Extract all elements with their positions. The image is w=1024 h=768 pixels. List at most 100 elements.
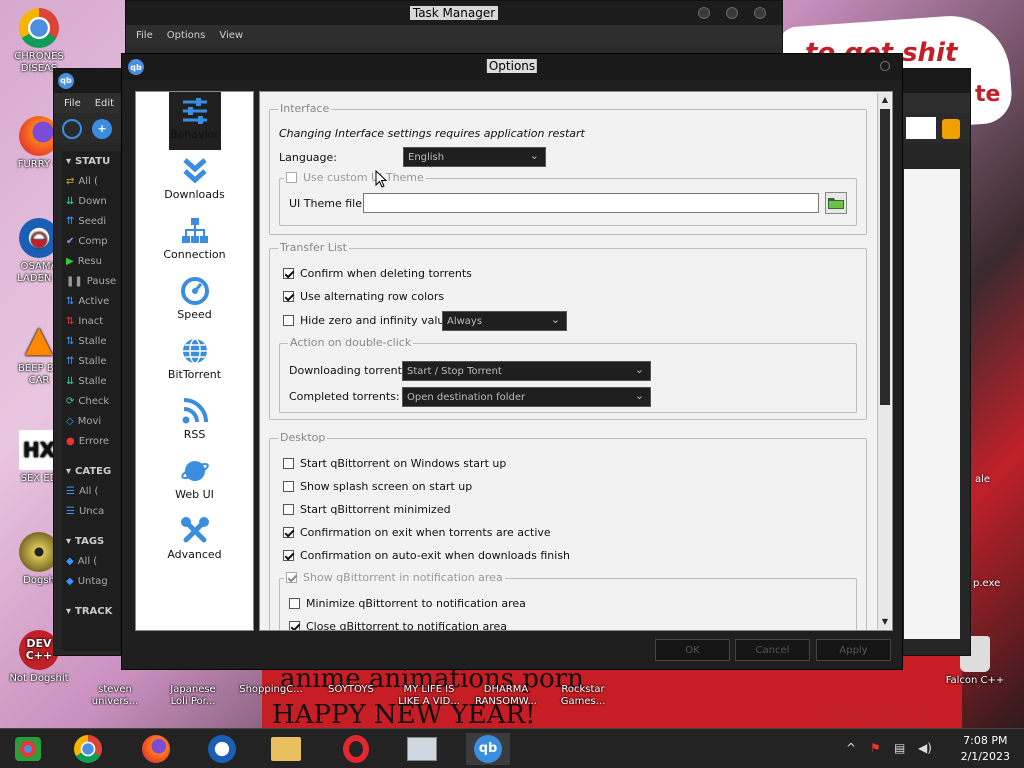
menu-view[interactable]: View [219,30,243,41]
hide-zero-checkbox[interactable] [283,315,294,326]
completed-action-select[interactable]: Open destination folder [402,387,651,407]
qb-menu-edit[interactable]: Edit [95,98,114,109]
taskbar-task-manager[interactable] [400,733,444,765]
status-item-stalled-up[interactable]: ⇈ Stalle [62,351,122,371]
desktop-label-rockstar[interactable]: Rockstar Games... [548,684,618,708]
start-windows-option[interactable]: Start qBittorrent on Windows start up [283,457,506,470]
desktop-label-steven[interactable]: steven univers... [80,684,150,708]
nav-connection[interactable]: Connection [136,214,253,272]
start-minimized-option[interactable]: Start qBittorrent minimized [283,503,451,516]
scroll-down-arrow-icon[interactable]: ▼ [878,615,892,629]
splash-checkbox[interactable] [283,481,294,492]
apply-button[interactable]: Apply [816,639,891,661]
maximize-button[interactable] [726,7,738,19]
options-titlebar[interactable]: qb Options [122,54,902,80]
task-manager-window[interactable]: Task Manager File Options View [125,0,783,60]
language-select[interactable]: English [403,147,546,167]
settings-panel[interactable]: Interface Changing Interface settings re… [259,91,893,631]
tray-volume-icon[interactable]: ◀) [918,741,932,755]
lock-icon[interactable] [942,119,960,139]
alt-rows-option[interactable]: Use alternating row colors [283,290,444,303]
start-windows-checkbox[interactable] [283,458,294,469]
nav-rss[interactable]: RSS [136,394,253,452]
alt-rows-checkbox[interactable] [283,291,294,302]
scroll-thumb[interactable] [880,109,890,405]
status-item-all[interactable]: ⇄ All ( [62,171,122,191]
status-item-checking[interactable]: ⟳ Check [62,391,122,411]
status-item-resumed[interactable]: ▶ Resu [62,251,122,271]
hide-zero-option[interactable]: Hide zero and infinity values [283,314,457,327]
start-button[interactable] [6,733,50,765]
status-item-downloading[interactable]: ⇊ Down [62,191,122,211]
tray-network-icon[interactable]: ▤ [894,741,905,755]
status-item-moving[interactable]: ◇ Movi [62,411,122,431]
menu-file[interactable]: File [136,30,153,41]
desktop-label-soytoys[interactable]: SOYTOYS [316,684,386,696]
desktop-icon-chrome[interactable]: CHRONES DISEAS [4,8,74,75]
status-item-active[interactable]: ⇅ Active [62,291,122,311]
nav-advanced[interactable]: Advanced [136,514,253,572]
theme-file-input[interactable] [363,193,819,213]
status-item-stalled-down[interactable]: ⇊ Stalle [62,371,122,391]
splash-option[interactable]: Show splash screen on start up [283,480,472,493]
options-dialog[interactable]: qb Options Behavior Downloads Connection… [121,53,903,670]
tray-chevron-icon[interactable]: ^ [846,741,856,755]
minimize-notif-checkbox[interactable] [289,598,300,609]
start-minimized-checkbox[interactable] [283,504,294,515]
menu-options[interactable]: Options [167,30,206,41]
confirm-exit-checkbox[interactable] [283,527,294,538]
taskbar-qbittorrent[interactable]: qb [466,733,510,765]
status-item-paused[interactable]: ❚❚ Pause [62,271,122,291]
status-item-seeding[interactable]: ⇈ Seedi [62,211,122,231]
custom-theme-header[interactable]: Use custom UI Theme [284,171,426,184]
nav-behavior[interactable]: Behavior [136,92,253,150]
status-item-stalled[interactable]: ⇅ Stalle [62,331,122,351]
nav-speed[interactable]: Speed [136,274,253,332]
confirm-autoexit-checkbox[interactable] [283,550,294,561]
notif-area-checkbox[interactable] [286,572,297,583]
add-icon[interactable]: + [92,119,112,139]
qb-main-content[interactable] [904,169,960,639]
taskbar-obama[interactable] [200,733,244,765]
confirm-exit-option[interactable]: Confirmation on exit when torrents are a… [283,526,551,539]
cancel-button[interactable]: Cancel [735,639,810,661]
tray-flag-icon[interactable]: ⚑ [870,741,881,755]
minimize-button[interactable] [698,7,710,19]
taskbar-chrome[interactable] [66,733,110,765]
close-button[interactable] [880,61,890,71]
browse-folder-button[interactable] [825,192,847,214]
taskbar-clock[interactable]: 7:08 PM 2/1/2023 [961,733,1010,765]
confirm-autoexit-option[interactable]: Confirmation on auto-exit when downloads… [283,549,570,562]
taskbar-file-explorer[interactable] [264,733,308,765]
status-item-completed[interactable]: ✔ Comp [62,231,122,251]
status-item-errored[interactable]: ● Errore [62,431,122,451]
confirm-delete-option[interactable]: Confirm when deleting torrents [283,267,472,280]
notification-area-header[interactable]: Show qBittorrent in notification area [284,571,505,584]
taskbar-opera[interactable] [334,733,378,765]
settings-scrollbar[interactable]: ▲ ▼ [877,93,891,629]
desktop-label-japanese[interactable]: Japanese Loli Por... [158,684,228,708]
confirm-delete-checkbox[interactable] [283,268,294,279]
status-item-inactive[interactable]: ⇅ Inact [62,311,122,331]
category-uncategorized[interactable]: ☰ Unca [62,501,122,521]
close-button[interactable] [754,7,766,19]
nav-webui[interactable]: Web UI [136,454,253,512]
desktop-label-dharma[interactable]: DHARMA RANSOMW... [471,684,541,708]
task-manager-titlebar[interactable]: Task Manager [126,1,782,25]
hide-zero-select[interactable]: Always [442,311,567,331]
scroll-up-arrow-icon[interactable]: ▲ [878,93,892,107]
desktop-label-mylife[interactable]: MY LIFE IS LIKE A VID... [394,684,464,708]
nav-bittorrent[interactable]: BitTorrent [136,334,253,392]
qb-menu-file[interactable]: File [64,98,81,109]
link-icon[interactable] [62,119,82,139]
desktop-label-shopping[interactable]: ShoppingC... [236,684,306,696]
tag-all[interactable]: ◆ All ( [62,551,122,571]
tag-untagged[interactable]: ◆ Untag [62,571,122,591]
downloading-action-select[interactable]: Start / Stop Torrent [402,361,651,381]
category-all[interactable]: ☰ All ( [62,481,122,501]
minimize-notif-option[interactable]: Minimize qBittorrent to notification are… [289,597,526,610]
close-notif-checkbox[interactable] [289,621,300,630]
ok-button[interactable]: OK [655,639,730,661]
taskbar-firefox[interactable] [134,733,178,765]
custom-theme-checkbox[interactable] [286,172,297,183]
